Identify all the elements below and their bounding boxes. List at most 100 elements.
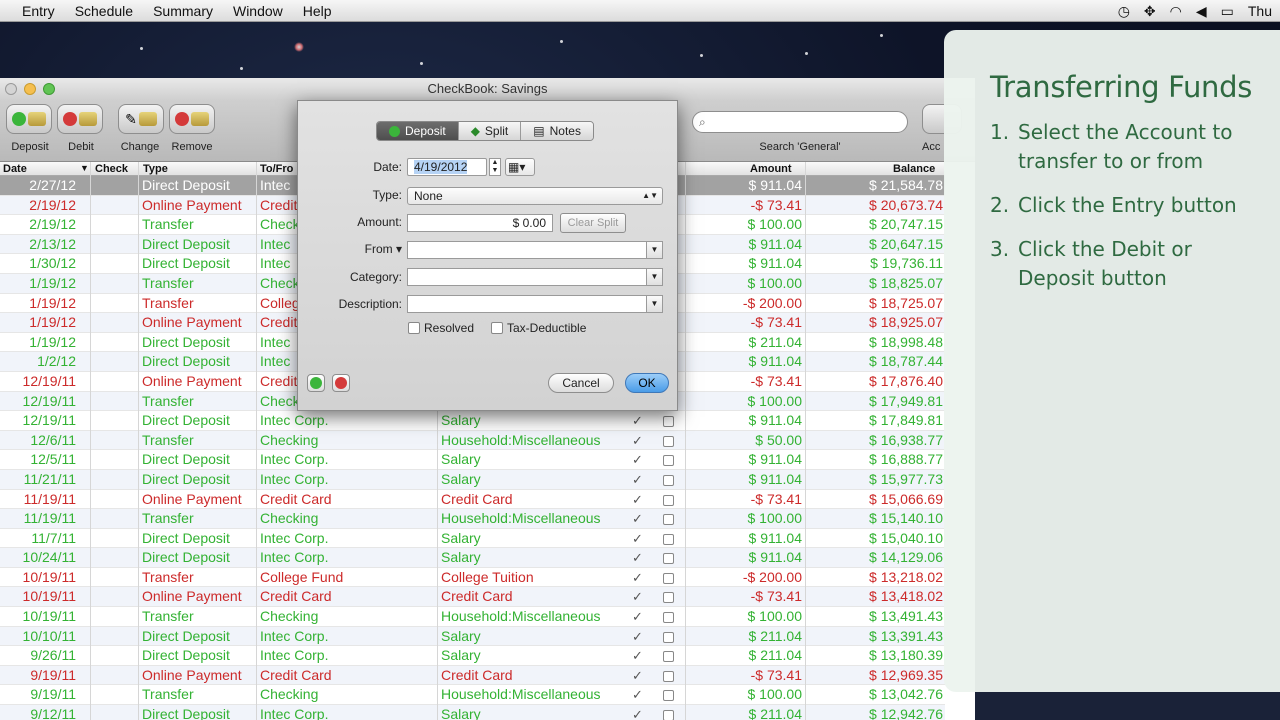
reconciled-check-icon[interactable]: ✓ [632, 685, 643, 705]
tax-checkbox[interactable] [663, 494, 674, 506]
col-type[interactable]: Type [143, 163, 168, 175]
tax-checkbox[interactable] [663, 553, 674, 565]
menu-summary[interactable]: Summary [143, 3, 223, 19]
type-select[interactable]: None ▲▼ [407, 187, 663, 205]
table-row[interactable]: 9/19/11 Transfer Checking Household:Miscell… [0, 685, 945, 706]
remove-button[interactable] [169, 104, 215, 134]
remove-split-button[interactable] [332, 374, 350, 392]
tax-checkbox[interactable] [663, 592, 674, 604]
menu-clock[interactable]: Thu [1248, 3, 1272, 19]
reconciled-check-icon[interactable]: ✓ [632, 411, 643, 431]
from-label[interactable]: From ▾ [298, 242, 402, 256]
tab-split[interactable]: ◆ Split [458, 122, 522, 140]
add-split-button[interactable] [307, 374, 325, 392]
description-combo[interactable]: ▼ [407, 295, 663, 313]
reconciled-check-icon[interactable]: ✓ [632, 548, 643, 568]
reconciled-check-icon[interactable]: ✓ [632, 646, 643, 666]
tab-notes[interactable]: ▤ Notes [521, 122, 593, 140]
tab-deposit[interactable]: Deposit [377, 122, 459, 140]
reconciled-check-icon[interactable]: ✓ [632, 568, 643, 588]
tax-checkbox[interactable] [663, 435, 674, 447]
menu-entry[interactable]: Entry [12, 3, 65, 19]
tax-checkbox[interactable] [663, 631, 674, 643]
tax-checkbox[interactable] [663, 416, 674, 428]
menu-window[interactable]: Window [223, 3, 293, 19]
table-row[interactable]: 10/24/11 Direct Deposit Intec Corp. Salary $… [0, 548, 945, 568]
change-button[interactable]: ✎ [118, 104, 164, 134]
table-row[interactable]: 11/7/11 Direct Deposit Intec Corp. Salary $ … [0, 529, 945, 549]
reconciled-check-icon[interactable]: ✓ [632, 509, 643, 529]
row-amount: -$ 200.00 [742, 294, 802, 311]
zoom-button[interactable] [43, 83, 55, 95]
search-input[interactable]: ⌕ [692, 111, 908, 133]
reconciled-check-icon[interactable]: ✓ [632, 431, 643, 451]
volume-icon[interactable]: ◀ [1196, 3, 1207, 20]
close-button[interactable] [5, 83, 17, 95]
table-row[interactable]: 12/19/11 Direct Deposit Intec Corp. Salary $… [0, 411, 945, 431]
table-row[interactable]: 10/19/11 Transfer Checking Household:Miscel… [0, 607, 945, 627]
chevron-down-icon[interactable]: ▼ [646, 296, 662, 312]
table-row[interactable]: 11/21/11 Direct Deposit Intec Corp. Salary $… [0, 469, 945, 490]
reconciled-check-icon[interactable]: ✓ [632, 490, 643, 510]
reconciled-check-icon[interactable]: ✓ [632, 587, 643, 607]
debit-button[interactable] [57, 104, 103, 134]
table-row[interactable]: 10/10/11 Direct Deposit Intec Corp. Salary $… [0, 626, 945, 647]
tax-deductible-checkbox[interactable] [491, 322, 503, 334]
tax-checkbox[interactable] [663, 690, 674, 702]
reconciled-check-icon[interactable]: ✓ [632, 666, 643, 686]
tax-checkbox[interactable] [663, 572, 674, 584]
tax-checkbox[interactable] [663, 533, 674, 545]
col-check[interactable]: Check [95, 163, 128, 175]
reconciled-check-icon[interactable]: ✓ [632, 450, 643, 470]
from-combo[interactable]: ▼ [407, 241, 663, 259]
reconciled-check-icon[interactable]: ✓ [632, 705, 643, 720]
table-row[interactable]: 12/5/11 Direct Deposit Intec Corp. Salary $ … [0, 450, 945, 470]
table-row[interactable]: 11/19/11 Transfer Checking Household:Miscel… [0, 509, 945, 529]
menu-schedule[interactable]: Schedule [65, 3, 143, 19]
table-row[interactable]: 10/19/11 Transfer College Fund College Tuit… [0, 568, 945, 588]
tax-checkbox[interactable] [663, 474, 674, 486]
tax-checkbox[interactable] [663, 670, 674, 682]
tax-checkbox[interactable] [663, 651, 674, 663]
cancel-button[interactable]: Cancel [548, 373, 614, 393]
col-amount[interactable]: Amount [750, 163, 792, 175]
reconciled-check-icon[interactable]: ✓ [632, 627, 643, 647]
amount-field[interactable]: $ 0.00 [407, 214, 553, 232]
row-amount: -$ 73.41 [750, 314, 802, 331]
row-date: 12/19/11 [22, 372, 76, 389]
tax-checkbox[interactable] [663, 455, 674, 467]
table-row[interactable]: 12/6/11 Transfer Checking Household:Miscell… [0, 430, 945, 451]
star [240, 67, 243, 70]
wifi-icon[interactable]: ◠ [1170, 3, 1182, 20]
tax-checkbox[interactable] [663, 514, 674, 526]
row-balance: $ 15,140.10 [869, 510, 943, 527]
battery-icon[interactable]: ▭ [1221, 3, 1234, 20]
chevron-down-icon[interactable]: ▼ [646, 269, 662, 285]
ok-button[interactable]: OK [625, 373, 669, 393]
calendar-button[interactable]: ▦▾ [505, 158, 535, 176]
date-field[interactable]: 4/19/2012 [407, 158, 487, 176]
clear-split-button[interactable]: Clear Split [560, 213, 626, 233]
table-row[interactable]: 11/19/11 Online Payment Credit Card Credit … [0, 490, 945, 510]
menu-help[interactable]: Help [293, 3, 342, 19]
tax-checkbox[interactable] [663, 710, 674, 720]
reconciled-check-icon[interactable]: ✓ [632, 607, 643, 627]
resolved-checkbox[interactable] [408, 322, 420, 334]
tax-checkbox[interactable] [663, 612, 674, 624]
table-row[interactable]: 9/19/11 Online Payment Credit Card Credit C… [0, 665, 945, 686]
time-machine-icon[interactable]: ◷ [1118, 3, 1130, 20]
minimize-button[interactable] [24, 83, 36, 95]
table-row[interactable]: 10/19/11 Online Payment Credit Card Credit … [0, 587, 945, 608]
category-combo[interactable]: ▼ [407, 268, 663, 286]
col-date[interactable]: Date [3, 163, 27, 175]
move-icon[interactable]: ✥ [1144, 3, 1156, 20]
table-row[interactable]: 9/26/11 Direct Deposit Intec Corp. Salary $ … [0, 646, 945, 666]
reconciled-check-icon[interactable]: ✓ [632, 529, 643, 549]
reconciled-check-icon[interactable]: ✓ [632, 470, 643, 490]
date-stepper[interactable]: ▲ ▼ [489, 158, 501, 176]
col-to-from[interactable]: To/Fro [260, 163, 293, 175]
col-balance[interactable]: Balance [893, 163, 935, 175]
chevron-down-icon[interactable]: ▼ [646, 242, 662, 258]
deposit-button[interactable] [6, 104, 52, 134]
table-row[interactable]: 9/12/11 Direct Deposit Intec Corp. Salary $ … [0, 705, 945, 720]
